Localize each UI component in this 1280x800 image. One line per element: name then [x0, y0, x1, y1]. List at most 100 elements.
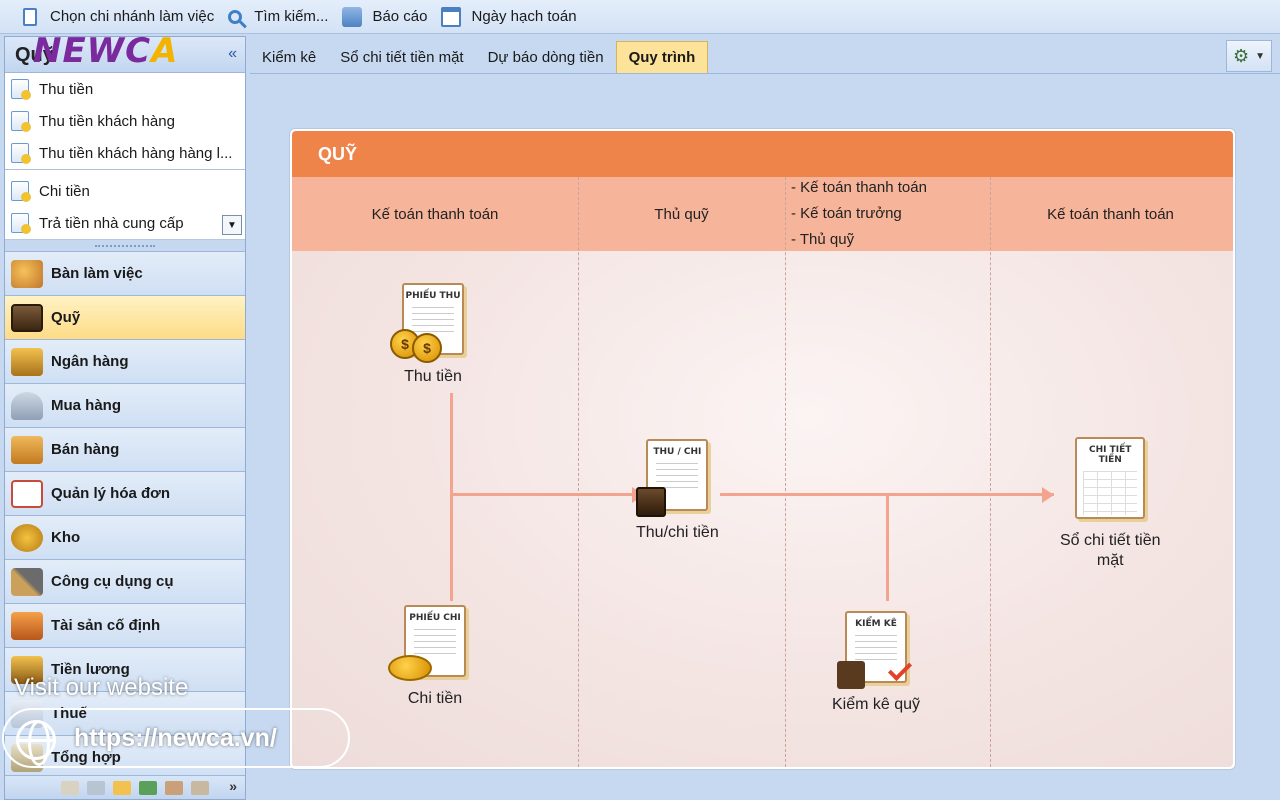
flow-arrow-head	[1042, 487, 1054, 503]
subitem-thu-tien-khach-hang[interactable]: Thu tiền khách hàng	[5, 105, 245, 137]
lane-header-1: Kế toán thanh toán	[371, 205, 499, 223]
main-tabbar: Kiểm kê Sổ chi tiết tiền mặt Dự báo dòng…	[250, 40, 1280, 74]
node-thu-tien[interactable]: PHIẾU THU $ $ Thu tiền	[390, 283, 464, 387]
posting-date-label: Ngày hạch toán	[471, 8, 577, 25]
nav-label: Bán hàng	[51, 441, 120, 458]
nav-quy[interactable]: Quỹ	[5, 296, 245, 340]
more-modules-button[interactable]: »	[229, 778, 237, 794]
subitem-thu-tien-khach-hang-loat[interactable]: Thu tiền khách hàng hàng l...	[5, 137, 245, 169]
mini-module-icon[interactable]	[191, 780, 209, 795]
flow-line	[450, 493, 634, 496]
payment-voucher-icon: PHIẾU CHI	[388, 605, 466, 681]
sidebar-sublist: Thu tiền Thu tiền khách hàng Thu tiền kh…	[5, 73, 245, 240]
lane-role: - Thủ quỹ	[791, 231, 855, 248]
node-chi-tien[interactable]: PHIẾU CHI Chi tiền	[388, 605, 466, 709]
nav-label: Quỹ	[51, 309, 81, 326]
doc-title: KIỂM KÊ	[855, 619, 897, 629]
branch-select-button[interactable]: Chọn chi nhánh làm việc	[20, 7, 215, 26]
posting-date-button[interactable]: Ngày hạch toán	[441, 6, 577, 27]
website-link[interactable]: https://newca.vn/	[2, 708, 350, 768]
top-toolbar: Chọn chi nhánh làm việc Tìm kiếm... Báo …	[0, 0, 1280, 34]
nav-ngan-hang[interactable]: Ngân hàng	[5, 340, 245, 384]
report-icon	[342, 6, 363, 27]
nav-kho[interactable]: Kho	[5, 516, 245, 560]
search-icon	[228, 9, 243, 24]
node-kiem-ke-quy[interactable]: KIỂM KÊ Kiểm kê quỹ	[832, 611, 920, 715]
branch-select-label: Chọn chi nhánh làm việc	[50, 8, 215, 25]
calendar-icon	[441, 6, 462, 27]
nav-quan-ly-hoa-don[interactable]: Quản lý hóa đơn	[5, 472, 245, 516]
bank-icon	[11, 347, 43, 376]
sell-icon	[11, 435, 43, 464]
lane-header-2: Thủ quỹ	[654, 205, 709, 223]
lane-divider	[990, 177, 991, 767]
desk-icon	[11, 259, 43, 288]
tab-so-chi-tiet-tien-mat[interactable]: Sổ chi tiết tiền mặt	[328, 41, 475, 73]
sidebar-mini-bar: »	[5, 775, 245, 799]
splitter-grip[interactable]	[5, 240, 245, 252]
receipt-doc-icon	[11, 79, 31, 100]
search-label: Tìm kiếm...	[254, 8, 329, 25]
logo-text: NEWC	[33, 31, 152, 71]
payment-doc-icon	[11, 181, 31, 202]
flow-line	[886, 493, 889, 601]
stock-icon	[11, 523, 43, 552]
safe-icon	[636, 487, 667, 517]
receipt-doc-icon	[11, 143, 31, 164]
tab-kiem-ke[interactable]: Kiểm kê	[250, 41, 328, 73]
nav-label: Quản lý hóa đơn	[51, 485, 171, 502]
node-label: Thu tiền	[404, 368, 462, 385]
nav-mua-hang[interactable]: Mua hàng	[5, 384, 245, 428]
node-label: Thu/chi tiền	[636, 524, 719, 541]
node-so-chi-tiet-tien-mat[interactable]: CHI TIẾT TIỀN Sổ chi tiết tiền mặt	[1060, 437, 1161, 571]
report-label: Báo cáo	[372, 8, 428, 25]
node-label: Chi tiền	[407, 690, 463, 707]
sidebar-header: Quỹ NEWCA «	[5, 31, 245, 73]
safe-icon	[11, 303, 43, 332]
lane-divider	[785, 177, 786, 767]
doc-title: PHIẾU CHI	[409, 613, 461, 623]
subitem-label: Thu tiền	[39, 80, 94, 98]
sublist-scroll-down-button[interactable]: ▼	[222, 215, 242, 235]
node-thu-chi-tien[interactable]: THU / CHI Thu/chi tiền	[636, 439, 719, 543]
subitem-label: Trả tiền nhà cung cấp	[39, 214, 184, 232]
mini-module-icon[interactable]	[113, 780, 131, 795]
coins-icon	[388, 655, 432, 681]
subitem-chi-tien[interactable]: Chi tiền	[5, 175, 245, 207]
node-label: Sổ chi tiết tiền mặt	[1060, 531, 1161, 571]
nav-tai-san-co-dinh[interactable]: Tài sản cố định	[5, 604, 245, 648]
lane-role: - Kế toán trưởng	[791, 205, 902, 222]
collapse-sidebar-button[interactable]: «	[228, 45, 237, 63]
invoice-icon	[11, 479, 43, 508]
subitem-thu-tien[interactable]: Thu tiền	[5, 73, 245, 105]
nav-ban-lam-viec[interactable]: Bàn làm việc	[5, 252, 245, 296]
audit-calendar-icon: KIỂM KÊ	[837, 611, 913, 689]
receipt-doc-icon	[11, 111, 31, 132]
gear-icon: ⚙	[1232, 45, 1250, 66]
nav-ban-hang[interactable]: Bán hàng	[5, 428, 245, 472]
branch-doc-icon	[23, 7, 37, 26]
tab-quy-trinh[interactable]: Quy trình	[615, 41, 709, 73]
subitem-label: Thu tiền khách hàng	[39, 112, 175, 130]
mini-module-icon[interactable]	[165, 780, 183, 795]
mini-module-icon[interactable]	[87, 780, 105, 795]
mini-module-icon[interactable]	[61, 780, 79, 795]
process-panel: QUỸ Kế toán thanh toán Thủ quỹ - Kế toán…	[289, 128, 1236, 770]
payment-doc-icon	[11, 213, 31, 234]
mini-module-icon[interactable]	[139, 780, 157, 795]
lane-role: - Kế toán thanh toán	[791, 179, 927, 196]
search-button[interactable]: Tìm kiếm...	[228, 8, 328, 25]
lane-header-3: - Kế toán thanh toán - Kế toán trưởng - …	[785, 177, 990, 251]
lane-divider	[578, 177, 579, 767]
nav-label: Ngân hàng	[51, 353, 129, 370]
subitem-label: Thu tiền khách hàng hàng l...	[39, 144, 233, 162]
subitem-tra-tien-ncc[interactable]: Trả tiền nhà cung cấp	[5, 207, 245, 239]
nav-cong-cu-dung-cu[interactable]: Công cụ dụng cụ	[5, 560, 245, 604]
settings-button[interactable]: ⚙ ▼	[1226, 40, 1272, 72]
swimlane-header: Kế toán thanh toán Thủ quỹ - Kế toán tha…	[292, 177, 1233, 251]
tab-du-bao-dong-tien[interactable]: Dự báo dòng tiền	[476, 41, 616, 73]
globe-icon	[16, 720, 56, 766]
doc-title: THU / CHI	[653, 447, 702, 457]
newca-logo: NEWCA	[33, 31, 178, 71]
report-button[interactable]: Báo cáo	[342, 6, 428, 27]
